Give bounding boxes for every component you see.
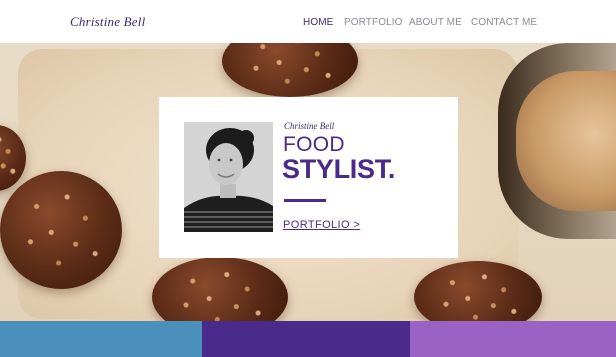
nav-item-contact-me[interactable]: CONTACT ME bbox=[471, 17, 537, 28]
card-divider bbox=[284, 199, 326, 202]
nav-item-about-me[interactable]: ABOUT ME bbox=[409, 17, 462, 28]
color-band-blue bbox=[0, 321, 202, 357]
main-nav: HOME PORTFOLIO ABOUT ME CONTACT ME bbox=[0, 17, 616, 31]
card-name: Christine Bell bbox=[284, 121, 335, 131]
coffee-cup bbox=[498, 43, 616, 239]
intro-card: Christine Bell FOOD STYLIST. PORTFOLIO > bbox=[159, 97, 458, 258]
nav-item-portfolio[interactable]: PORTFOLIO bbox=[344, 17, 403, 28]
card-title-line2: STYLIST. bbox=[282, 154, 396, 184]
color-band-lilac bbox=[410, 321, 616, 357]
chocolate-truffle bbox=[0, 171, 122, 289]
portrait-photo bbox=[184, 122, 273, 232]
color-band-purple bbox=[202, 321, 410, 357]
nav-item-home[interactable]: HOME bbox=[303, 17, 333, 28]
site-header: Christine Bell HOME PORTFOLIO ABOUT ME C… bbox=[0, 0, 616, 43]
portfolio-link[interactable]: PORTFOLIO > bbox=[283, 219, 360, 231]
chocolate-truffle bbox=[414, 261, 542, 321]
